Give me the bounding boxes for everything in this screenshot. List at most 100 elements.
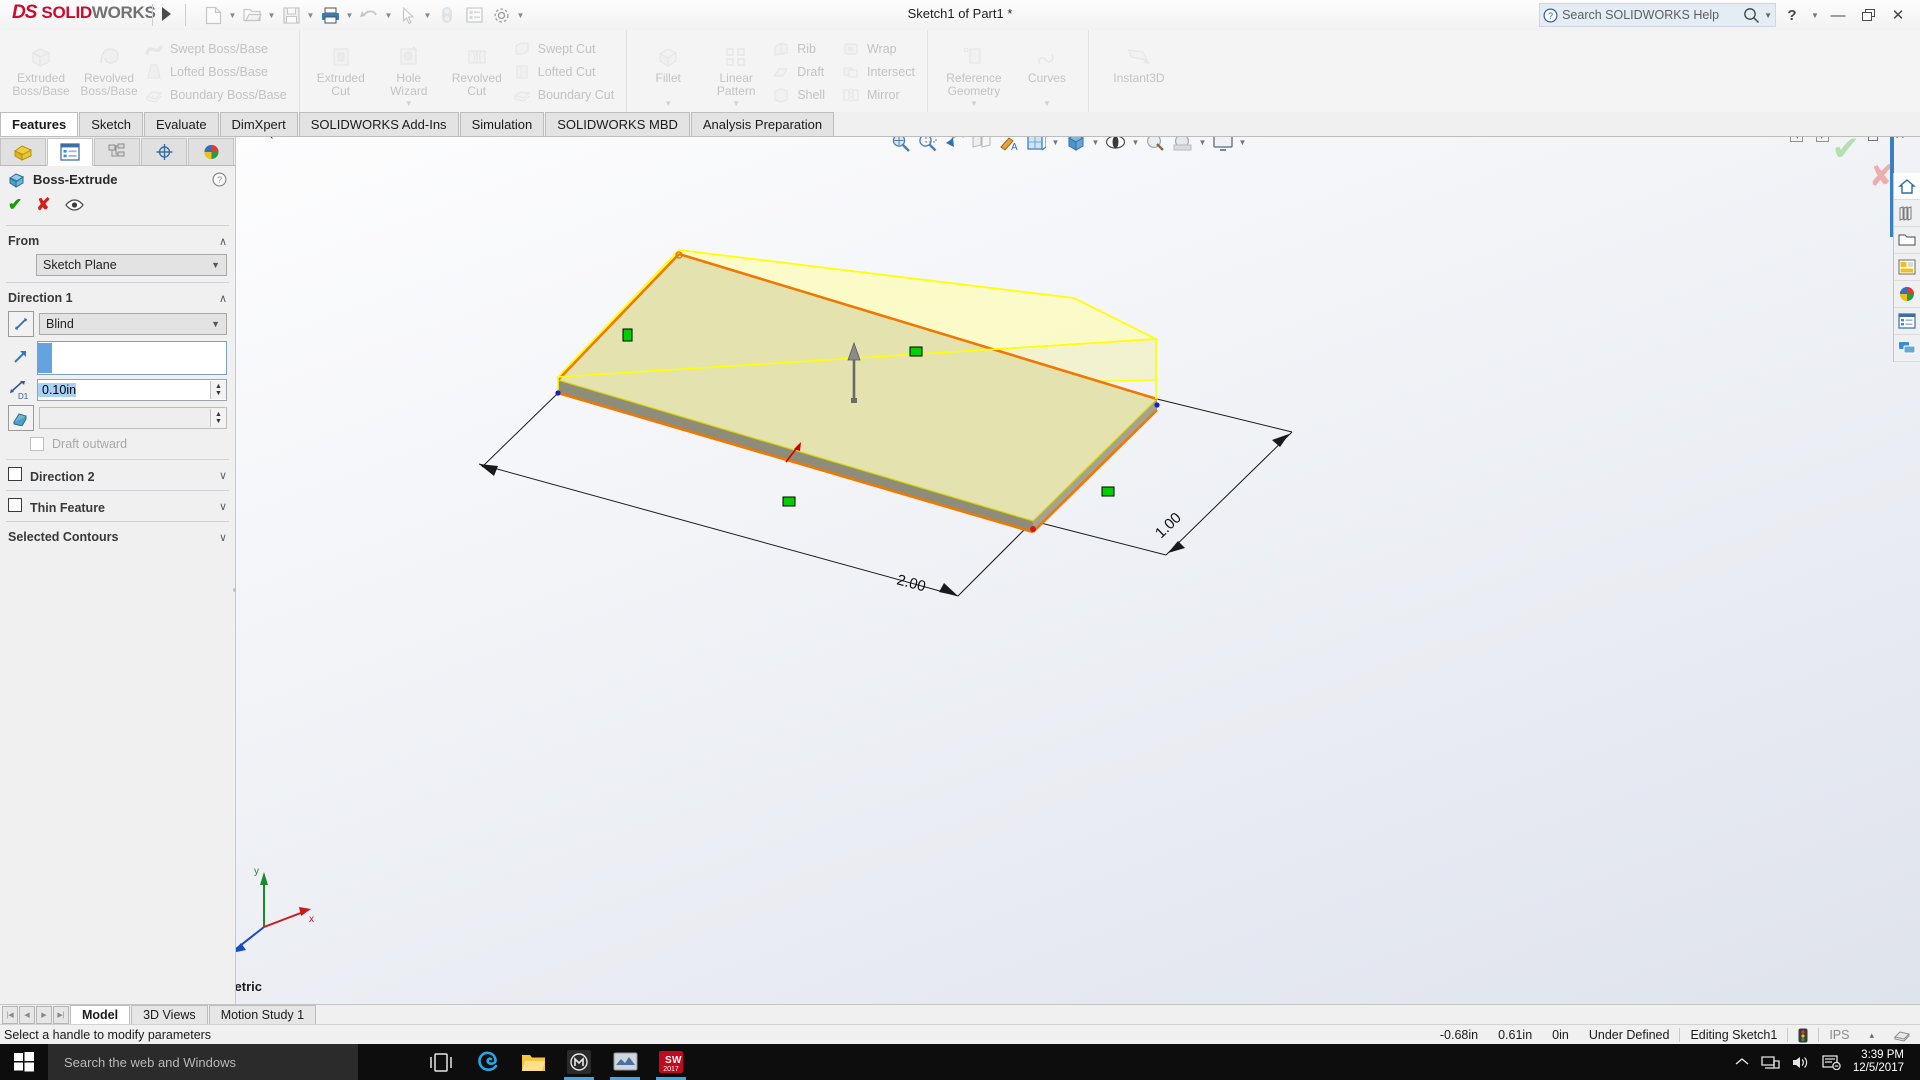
- hole-wizard-button[interactable]: HoleWizard ▼: [375, 34, 443, 108]
- swept-cut-button[interactable]: Swept Cut: [511, 39, 619, 59]
- cancel-button[interactable]: ✘: [36, 195, 50, 215]
- boundary-cut-button[interactable]: Boundary Cut: [511, 85, 619, 105]
- fillet-dropdown-icon[interactable]: ▼: [664, 99, 672, 108]
- chevron-up-icon-direction1[interactable]: ∧: [219, 292, 227, 305]
- chevron-down-icon-direction2[interactable]: ∨: [219, 469, 227, 482]
- depth-spinner[interactable]: ▲▼: [210, 381, 226, 399]
- reference-geometry-button[interactable]: ReferenceGeometry ▼: [935, 34, 1013, 108]
- tab-nav-last[interactable]: ▶|: [53, 1006, 69, 1024]
- status-overlay-icon[interactable]: [1884, 1028, 1920, 1042]
- tab-nav-first[interactable]: |◀: [2, 1006, 18, 1024]
- configuration-manager-tab[interactable]: [94, 138, 140, 165]
- tab-analysis-preparation[interactable]: Analysis Preparation: [691, 112, 834, 136]
- draft-button[interactable]: Draft: [770, 62, 830, 82]
- feature-manager-tab[interactable]: [0, 138, 46, 165]
- instant3d-button[interactable]: Instant3D: [1096, 34, 1182, 85]
- solidworks-forum-icon[interactable]: [1894, 335, 1920, 362]
- accept-button[interactable]: ✔: [8, 195, 22, 215]
- linear-pattern-button[interactable]: LinearPattern ▼: [702, 34, 770, 108]
- reference-geometry-dropdown-icon[interactable]: ▼: [970, 99, 978, 108]
- minimize-button[interactable]: —: [1824, 2, 1852, 28]
- volume-icon[interactable]: [1792, 1055, 1810, 1070]
- shell-button[interactable]: Shell: [770, 85, 830, 105]
- tab-nav-next[interactable]: ▶: [36, 1006, 52, 1024]
- boundary-boss-base-button[interactable]: Boundary Boss/Base: [143, 85, 292, 105]
- bottom-tab-motion-study[interactable]: Motion Study 1: [209, 1005, 316, 1025]
- solidworks-app-icon[interactable]: SW2017: [648, 1044, 694, 1080]
- draft-angle-spinner[interactable]: ▲▼: [210, 409, 226, 427]
- appearances-scenes-icon[interactable]: [1894, 281, 1920, 308]
- direction-reference-input[interactable]: [37, 341, 227, 375]
- help-search-box[interactable]: ? Search SOLIDWORKS Help ▼: [1539, 3, 1776, 27]
- mendeley-icon[interactable]: [556, 1044, 602, 1080]
- draft-toggle-button[interactable]: [8, 405, 34, 431]
- tab-solidworks-mbd[interactable]: SOLIDWORKS MBD: [545, 112, 690, 136]
- thin-feature-checkbox[interactable]: [8, 498, 22, 512]
- section-header-from[interactable]: From ∧: [0, 230, 235, 252]
- property-manager-tab[interactable]: [47, 138, 93, 166]
- wrap-button[interactable]: Wrap: [840, 39, 920, 59]
- section-header-thin-feature[interactable]: Thin Feature ∨: [0, 495, 235, 517]
- extruded-boss-base-button[interactable]: ExtrudedBoss/Base: [7, 34, 75, 98]
- model-3d-render[interactable]: 2.00 1.00 y x z: [236, 137, 1920, 1004]
- show-hidden-icons-chevron[interactable]: [1735, 1057, 1749, 1067]
- status-units-chevron-icon[interactable]: ▴: [1859, 1030, 1884, 1041]
- hole-wizard-dropdown-icon[interactable]: ▼: [405, 99, 413, 108]
- start-button[interactable]: [0, 1044, 48, 1080]
- dimxpert-manager-tab[interactable]: [141, 138, 187, 165]
- help-button[interactable]: ?: [1778, 2, 1806, 28]
- revolved-cut-button[interactable]: RevolvedCut: [443, 34, 511, 98]
- direction2-checkbox[interactable]: [8, 467, 22, 481]
- sw-resources-home-icon[interactable]: [1894, 173, 1920, 200]
- view-palette-icon[interactable]: [1894, 254, 1920, 281]
- status-units[interactable]: IPS: [1818, 1028, 1859, 1042]
- chevron-down-icon-thin-feature[interactable]: ∨: [219, 500, 227, 513]
- tab-sketch[interactable]: Sketch: [79, 112, 143, 136]
- section-header-selected-contours[interactable]: Selected Contours ∨: [0, 526, 235, 548]
- taskbar-clock[interactable]: 3:39 PM 12/5/2017: [1853, 1049, 1910, 1075]
- fillet-button[interactable]: Fillet ▼: [634, 34, 702, 108]
- display-manager-tab[interactable]: [188, 138, 234, 165]
- help-dropdown-icon[interactable]: ▼: [1808, 2, 1822, 28]
- tab-simulation[interactable]: Simulation: [460, 112, 545, 136]
- status-rebuild-indicator-icon[interactable]: [1787, 1028, 1818, 1042]
- close-button[interactable]: ✕: [1884, 2, 1912, 28]
- preview-eye-icon[interactable]: [65, 198, 84, 212]
- file-explorer-icon[interactable]: [510, 1044, 556, 1080]
- design-library-icon[interactable]: [1894, 200, 1920, 227]
- lofted-cut-button[interactable]: Lofted Cut: [511, 62, 619, 82]
- tab-features[interactable]: Features: [0, 112, 78, 136]
- draft-angle-input[interactable]: ▲▼: [39, 407, 227, 429]
- tab-dimxpert[interactable]: DimXpert: [220, 112, 298, 136]
- custom-properties-icon[interactable]: [1894, 308, 1920, 335]
- reverse-direction-button[interactable]: [8, 311, 34, 337]
- draft-outward-row[interactable]: Draft outward: [0, 433, 235, 455]
- network-icon[interactable]: [1761, 1055, 1780, 1070]
- chevron-up-icon-from[interactable]: ∧: [219, 235, 227, 248]
- tab-nav-prev[interactable]: ◀: [19, 1006, 35, 1024]
- bottom-tab-model[interactable]: Model: [70, 1005, 130, 1025]
- lofted-boss-base-button[interactable]: Lofted Boss/Base: [143, 62, 292, 82]
- depth-input[interactable]: 0.10in ▲▼: [37, 379, 227, 401]
- edge-browser-icon[interactable]: [464, 1044, 510, 1080]
- curves-dropdown-icon[interactable]: ▼: [1043, 99, 1051, 108]
- section-header-direction2[interactable]: Direction 2 ∨: [0, 464, 235, 486]
- tab-evaluate[interactable]: Evaluate: [144, 112, 219, 136]
- bottom-tab-3d-views[interactable]: 3D Views: [131, 1005, 208, 1025]
- extruded-cut-button[interactable]: ExtrudedCut: [307, 34, 375, 98]
- from-condition-select[interactable]: Sketch Plane ▼: [36, 254, 227, 276]
- restore-button[interactable]: [1854, 2, 1882, 28]
- file-explorer-icon[interactable]: [1894, 227, 1920, 254]
- mirror-button[interactable]: Mirror: [840, 85, 920, 105]
- chevron-down-icon-selected-contours[interactable]: ∨: [219, 531, 227, 544]
- revolved-boss-base-button[interactable]: RevolvedBoss/Base: [75, 34, 143, 98]
- curves-button[interactable]: Curves ▼: [1013, 34, 1081, 108]
- property-manager-help-icon[interactable]: ?: [212, 172, 227, 187]
- rib-button[interactable]: Rib: [770, 39, 830, 59]
- tab-solidworks-addins[interactable]: SOLIDWORKS Add-Ins: [299, 112, 459, 136]
- help-search-dropdown-icon[interactable]: ▼: [1764, 11, 1772, 20]
- draft-outward-checkbox[interactable]: [30, 437, 44, 451]
- graphics-area[interactable]: Part1 (Default<<Default>... A ▼: [236, 137, 1920, 1004]
- intersect-button[interactable]: Intersect: [840, 62, 920, 82]
- end-condition-select[interactable]: Blind ▼: [39, 313, 227, 335]
